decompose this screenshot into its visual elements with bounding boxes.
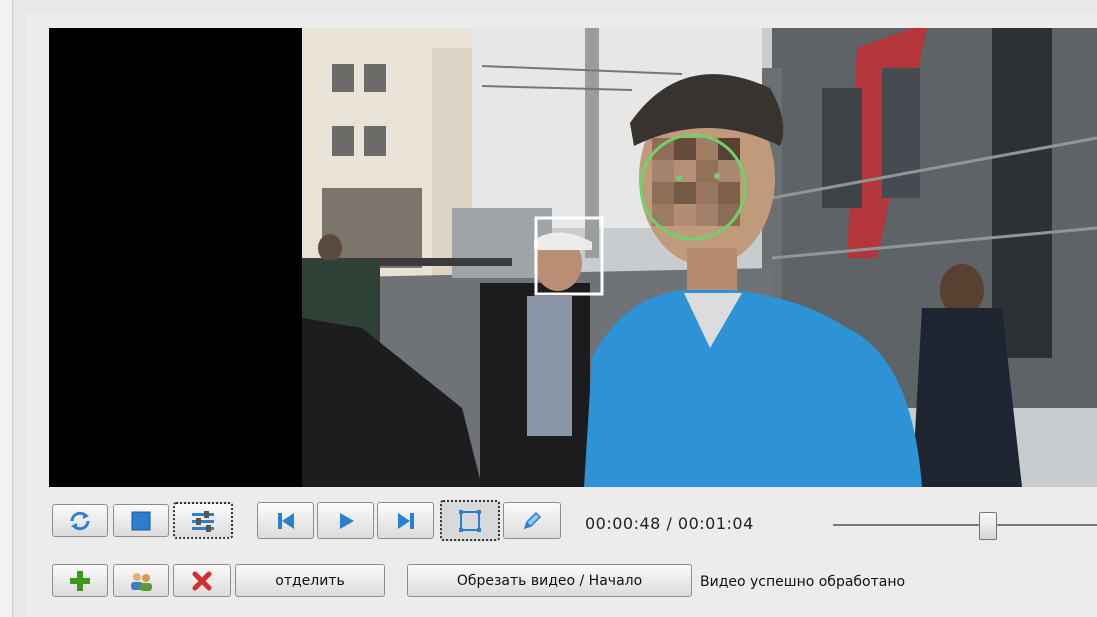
delete-icon	[192, 571, 212, 590]
seek-slider-track[interactable]	[833, 524, 1097, 526]
skip-forward-button[interactable]	[377, 502, 434, 539]
selection-tool-button[interactable]	[440, 500, 500, 541]
seek-slider-handle[interactable]	[979, 512, 997, 540]
selection-rect-icon	[459, 509, 481, 532]
pencil-icon	[523, 511, 542, 529]
pencil-tool-button[interactable]	[503, 502, 561, 539]
time-display: 00:00:48 / 00:01:04	[585, 514, 754, 533]
play-icon	[339, 512, 354, 529]
status-text: Видео успешно обработано	[700, 574, 906, 590]
stop-icon	[131, 511, 151, 530]
add-button[interactable]	[52, 564, 108, 597]
stop-button[interactable]	[113, 504, 169, 537]
delete-button[interactable]	[173, 564, 231, 597]
skip-back-icon	[277, 512, 294, 529]
video-viewport[interactable]	[49, 28, 1097, 487]
skip-forward-icon	[397, 512, 414, 529]
users-icon	[131, 572, 152, 591]
trim-video-start-button[interactable]: Обрезать видео / Начало	[407, 564, 692, 597]
separate-button[interactable]: отделить	[235, 564, 385, 597]
refresh-button[interactable]	[52, 504, 108, 537]
users-button[interactable]	[113, 564, 169, 597]
play-button[interactable]	[317, 502, 374, 539]
equalizer-icon	[192, 510, 214, 532]
skip-back-button[interactable]	[257, 502, 314, 539]
left-rail	[0, 0, 13, 617]
add-icon	[70, 570, 90, 591]
settings-button[interactable]	[173, 502, 233, 539]
video-scene	[302, 28, 1097, 487]
refresh-icon	[70, 511, 90, 530]
video-frame	[302, 28, 1097, 487]
